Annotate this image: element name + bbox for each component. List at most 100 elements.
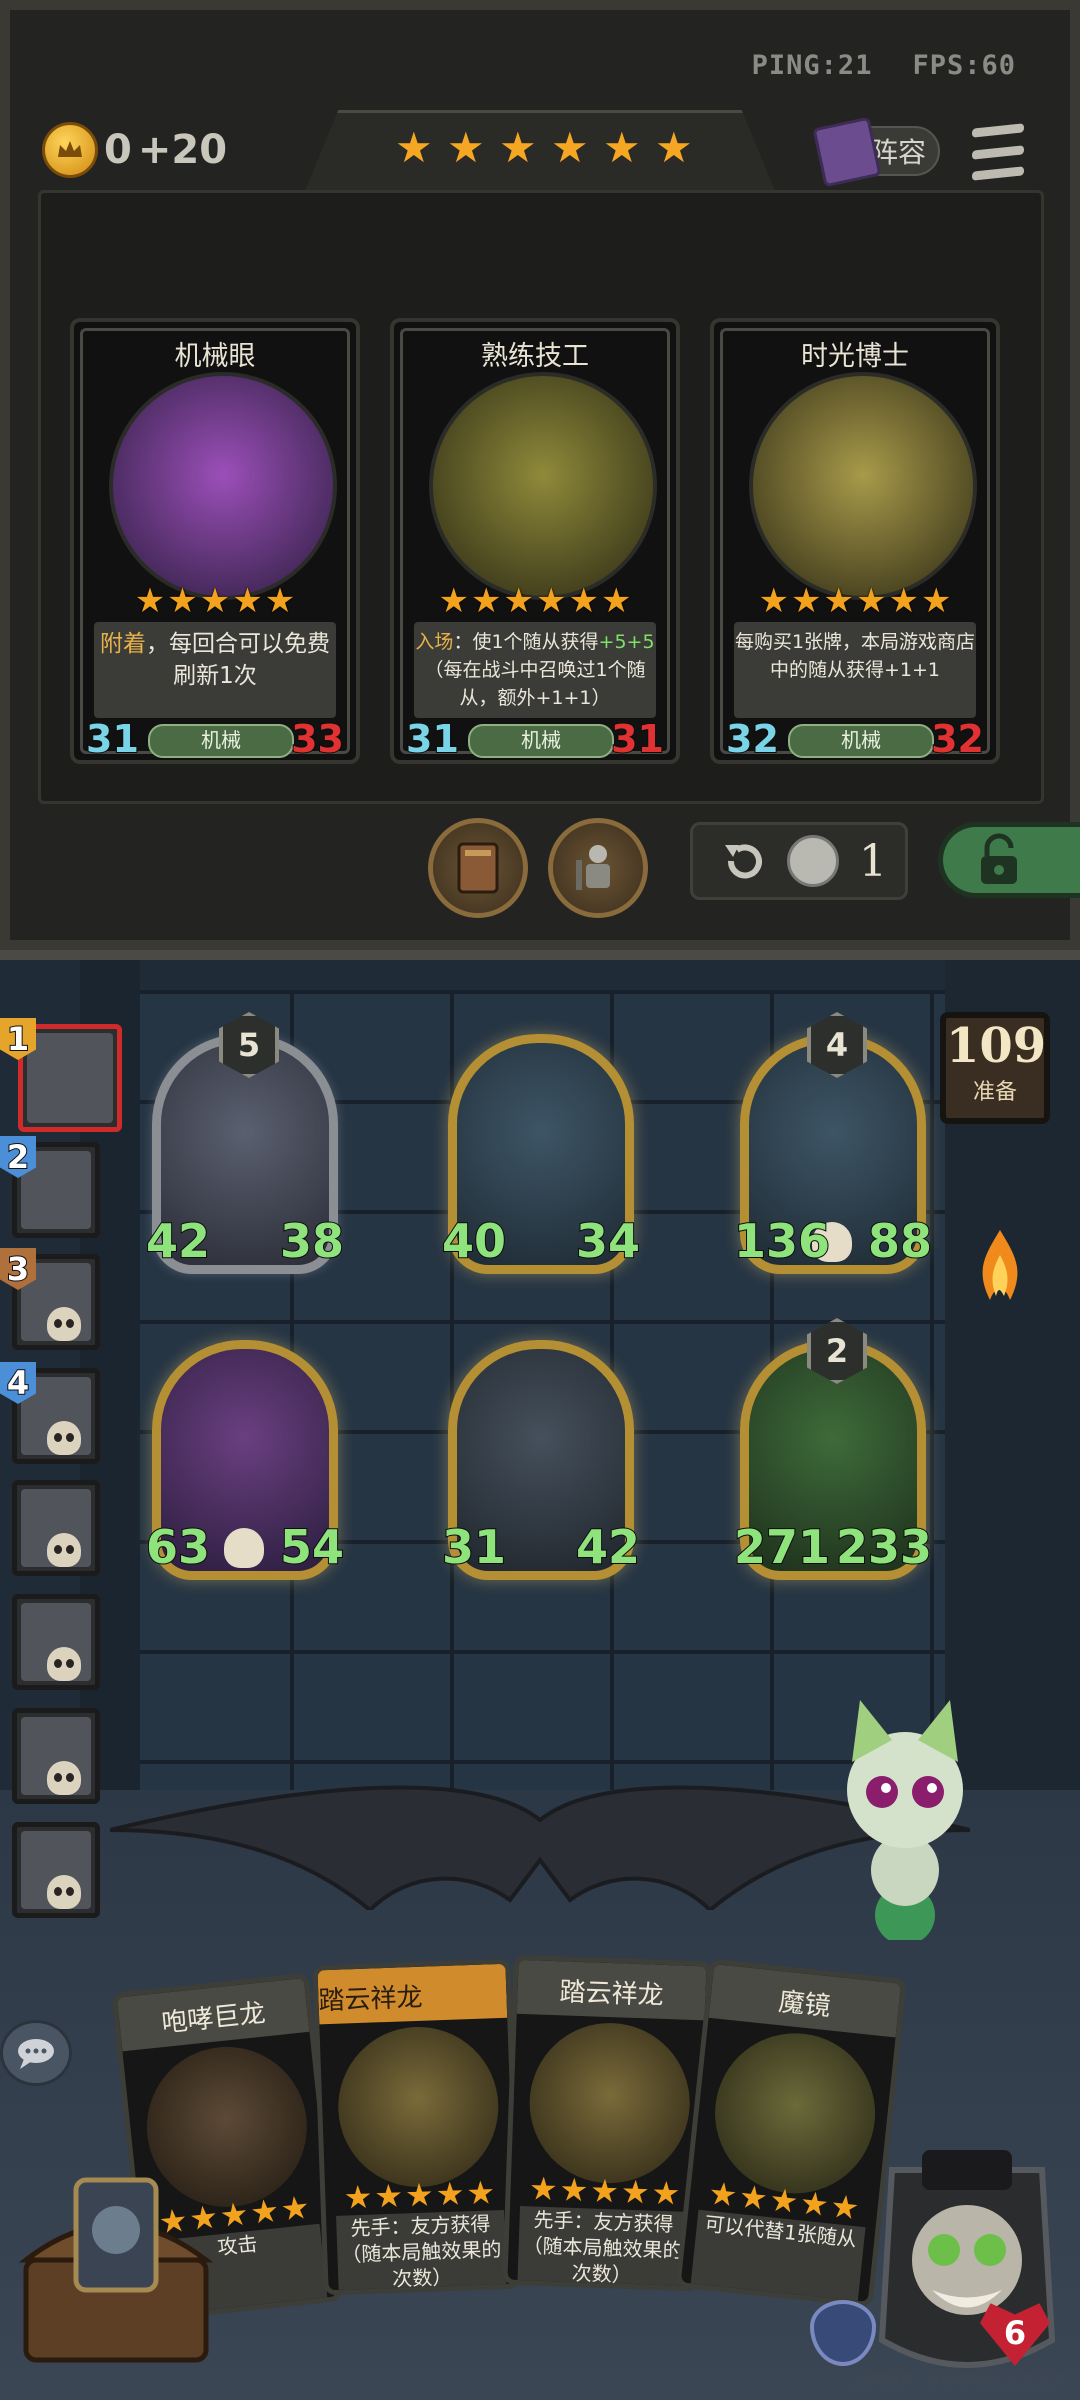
card-stars: ★ ★ ★ ★ ★ ★ xyxy=(714,584,996,618)
lock-icon xyxy=(981,833,1017,884)
hero-portrait[interactable] xyxy=(872,2140,1062,2380)
shop-minion-card[interactable]: 时光博士 ★ ★ ★ ★ ★ ★ 每购买1张牌，本局游戏商店中的随从获得+1+1 机械 32 32 xyxy=(710,318,1000,764)
hand-card-description: 先手：友方获得（随本局触效果的次数） xyxy=(336,2210,507,2296)
star-icon: ★ xyxy=(791,581,822,621)
refresh-arrow-icon xyxy=(725,844,762,879)
chest-icon xyxy=(18,2177,214,2363)
minion-attack: 31 xyxy=(441,1519,507,1575)
tier-star-icon: ★ xyxy=(499,123,537,172)
minion-health: 54 xyxy=(279,1519,345,1575)
card-name: 时光博士 xyxy=(801,341,909,372)
tier-star-icon: ★ xyxy=(603,123,641,172)
minion-health: 38 xyxy=(279,1213,345,1269)
card-description-text: +5+5 xyxy=(598,631,655,653)
star-icon: ★ xyxy=(823,581,854,621)
star-icon: ★ xyxy=(232,581,263,621)
tavern-shop-panel: PING:21 FPS:60 0 +20 ★ ★ ★ ★ ★ ★ 阵容 机械眼 ★ ★ ★ ★ ★ 附着… xyxy=(0,0,1080,960)
card-portrait xyxy=(749,372,977,600)
chat-button[interactable] xyxy=(0,2020,72,2086)
card-portrait xyxy=(429,372,657,600)
tier-star-icon: ★ xyxy=(395,123,433,172)
skull-icon xyxy=(47,1421,81,1455)
star-icon: ★ xyxy=(199,581,231,621)
player-slot[interactable] xyxy=(12,1480,100,1576)
menu-bar-icon xyxy=(972,123,1024,138)
card-attack: 31 xyxy=(405,716,460,762)
companion-cat[interactable] xyxy=(830,1700,980,1945)
minion-health: 88 xyxy=(867,1213,933,1269)
soldier-icon xyxy=(576,845,610,890)
gold-income: +20 xyxy=(137,127,228,173)
card-description: 每购买1张牌，本局游戏商店中的随从获得+1+1 xyxy=(734,622,976,718)
hand-card-portrait xyxy=(526,2020,693,2186)
menu-bar-icon xyxy=(972,144,1024,160)
gold-amount: 0 xyxy=(104,127,132,173)
shop-minion-card[interactable]: 熟练技工 ★ ★ ★ ★ ★ ★ 入场：使1个随从获得+5+5（每在战斗中召唤过1个随从，额外… xyxy=(390,318,680,764)
cat-pet-icon xyxy=(847,1700,963,1945)
menu-button[interactable] xyxy=(972,123,1024,181)
hand-card-name: 踏云祥龙 xyxy=(558,1977,664,2011)
board-minion[interactable]: 2 271 233 xyxy=(733,1318,933,1580)
treasure-chest-button[interactable] xyxy=(16,2150,216,2370)
board-minion[interactable]: 5 42 38 xyxy=(145,1012,345,1274)
card-attack: 32 xyxy=(725,716,780,762)
star-icon: ★ xyxy=(465,2173,496,2213)
star-icon: ★ xyxy=(373,2176,404,2216)
player-slot[interactable] xyxy=(12,1594,100,1690)
star-icon: ★ xyxy=(920,581,952,621)
codex-button[interactable] xyxy=(428,818,528,918)
star-icon: ★ xyxy=(888,581,919,621)
ready-label: 准备 xyxy=(972,1080,1017,1105)
hand-card-portrait xyxy=(335,2024,502,2190)
minion-attack: 42 xyxy=(145,1213,211,1269)
board-minion[interactable]: 63 54 xyxy=(145,1340,345,1580)
ping-readout: PING:21 xyxy=(751,50,873,81)
card-tribe: 机械 xyxy=(468,724,614,758)
card-stars: ★ ★ ★ ★ ★ xyxy=(74,584,356,618)
skull-icon xyxy=(47,1761,81,1795)
card-description: 入场：使1个随从获得+5+5 （每在战斗中召唤过1个随从，额外+1+1） xyxy=(414,622,656,718)
star-icon: ★ xyxy=(438,581,470,621)
hand-card[interactable]: 踏云祥龙 ★ ★ ★ ★ ★ 先手：友方获得（随本局触效果的次数） xyxy=(312,1958,522,2296)
user-id: 1900 764682237 xyxy=(847,2366,1064,2394)
player-avatar xyxy=(27,1033,113,1123)
network-status: PING:21 FPS:60 xyxy=(752,50,1016,81)
card-description-text: ，每回合可以免费刷新1次 xyxy=(146,631,330,689)
star-icon: ★ xyxy=(528,2169,559,2209)
star-icon: ★ xyxy=(620,2172,651,2212)
shop-minion-card[interactable]: 机械眼 ★ ★ ★ ★ ★ 附着，每回合可以免费刷新1次 机械 31 33 xyxy=(70,318,360,764)
star-icon: ★ xyxy=(798,2183,831,2225)
board-minion[interactable]: 4 136 88 xyxy=(733,1012,933,1274)
hand-card-stars: ★ ★ ★ ★ ★ xyxy=(325,2173,514,2216)
ready-count: 109 xyxy=(946,1018,1047,1074)
board-minion[interactable]: 31 42 xyxy=(441,1340,641,1580)
gold-coin-icon xyxy=(42,122,98,178)
star-icon: ★ xyxy=(650,2173,681,2213)
star-icon: ★ xyxy=(264,581,296,621)
refresh-cost: 1 xyxy=(859,835,887,887)
hand-card-stars: ★ ★ ★ ★ ★ xyxy=(510,2169,699,2213)
card-name: 机械眼 xyxy=(174,341,256,372)
board-minion[interactable]: 40 34 xyxy=(441,1034,641,1274)
torch-flame-icon xyxy=(982,1230,1018,1300)
ready-counter: 109 准备 xyxy=(940,1012,1050,1124)
battle-replay-button[interactable] xyxy=(548,818,648,918)
minion-attack: 271 xyxy=(733,1519,831,1575)
star-icon: ★ xyxy=(471,581,502,621)
freeze-shop-button[interactable] xyxy=(938,822,1080,898)
star-icon: ★ xyxy=(167,581,198,621)
hand-card-name: 踏云祥龙 xyxy=(318,1982,424,2017)
card-description-text: +1+1 xyxy=(883,659,941,681)
player-slot[interactable] xyxy=(12,1708,100,1804)
star-icon: ★ xyxy=(435,2174,466,2214)
refresh-shop-button[interactable]: 1 xyxy=(690,822,908,900)
gold-counter: 0 +20 xyxy=(42,122,227,178)
card-description: 附着，每回合可以免费刷新1次 xyxy=(94,622,336,718)
star-icon: ★ xyxy=(248,2191,281,2232)
tavern-tier-stars: ★ ★ ★ ★ ★ ★ xyxy=(395,123,693,172)
skull-icon xyxy=(47,1533,81,1567)
tier-star-icon: ★ xyxy=(655,123,693,172)
minion-attack: 136 xyxy=(733,1213,831,1269)
player-slot[interactable] xyxy=(12,1822,100,1918)
lineup-button[interactable]: 阵容 xyxy=(812,116,940,188)
